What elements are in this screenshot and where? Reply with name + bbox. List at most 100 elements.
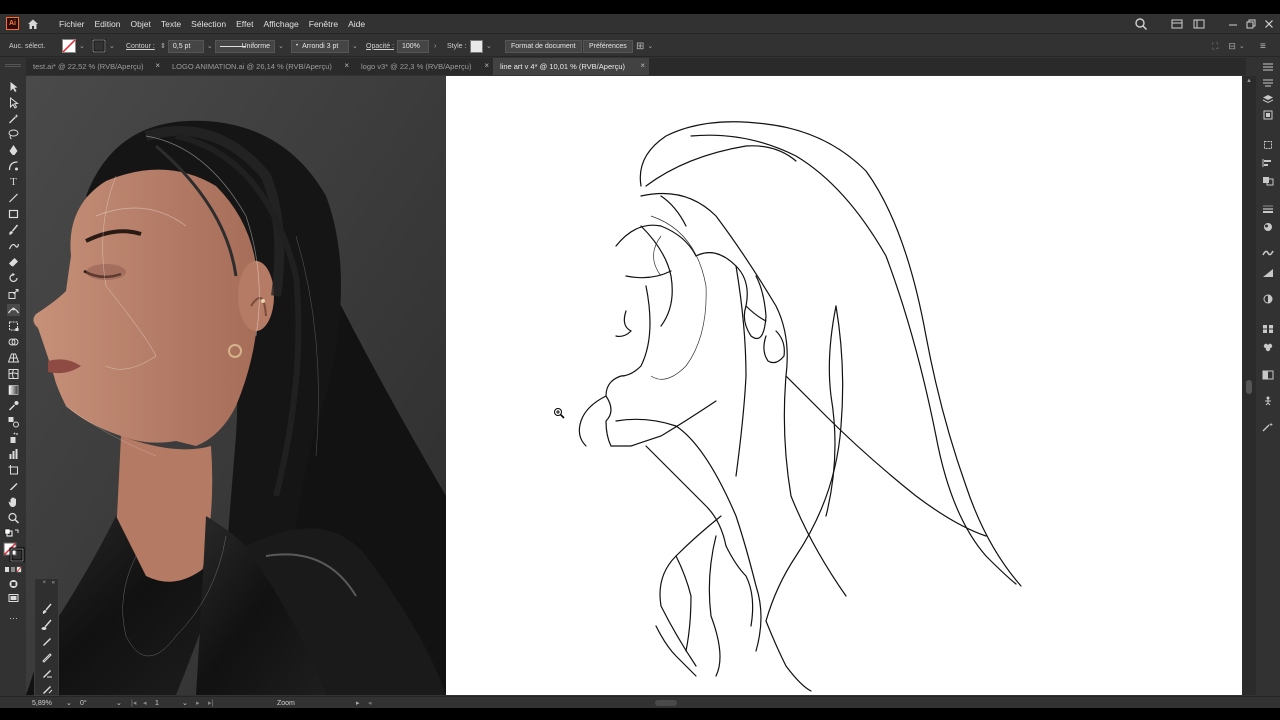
symbol-sprayer-tool-icon[interactable] xyxy=(7,432,20,444)
transparency-icon[interactable] xyxy=(1262,370,1274,380)
paintbrush-tool-icon[interactable] xyxy=(41,603,53,615)
curvature-tool-icon[interactable] xyxy=(7,160,20,172)
menu-aide[interactable]: Aide xyxy=(348,19,365,29)
home-icon[interactable] xyxy=(26,17,40,31)
paintbrush-tool-icon[interactable] xyxy=(7,224,20,236)
profile-select[interactable]: Uniforme xyxy=(215,39,275,53)
chevron-right-icon[interactable]: › xyxy=(434,43,436,50)
chevron-down-icon[interactable]: ⌄ xyxy=(207,42,213,50)
preferences-control[interactable]: Préférences xyxy=(583,35,633,57)
menu-fichier[interactable]: Fichier xyxy=(59,19,85,29)
width-tool-icon[interactable] xyxy=(7,304,20,316)
zoom-tool-icon[interactable] xyxy=(7,512,20,524)
selection-tool-icon[interactable] xyxy=(7,81,20,93)
magic-wand-panel-icon[interactable] xyxy=(1262,422,1274,432)
column-graph-tool-icon[interactable] xyxy=(7,448,20,460)
tab-test-ai[interactable]: test.ai* @ 22,52 % (RVB/Aperçu) × xyxy=(26,58,164,75)
eraser-tool-icon[interactable] xyxy=(7,256,20,268)
preferences-button[interactable]: Préférences xyxy=(583,39,633,53)
style-control[interactable]: ⌄ xyxy=(470,35,492,57)
close-icon[interactable]: × xyxy=(484,61,489,70)
flyout-collapse-icon[interactable]: « xyxy=(52,580,55,586)
opacity-label[interactable]: Opacité : xyxy=(366,35,394,57)
eyedropper-tool-icon[interactable] xyxy=(7,400,20,412)
line-art-drawing[interactable] xyxy=(446,76,1242,695)
shaper-tool-icon[interactable] xyxy=(7,240,20,252)
chevron-down-icon[interactable]: ⌄ xyxy=(1239,42,1245,50)
menu-selection[interactable]: Sélection xyxy=(191,19,226,29)
stroke-panel-icon[interactable] xyxy=(1262,204,1274,214)
workspace-icon[interactable] xyxy=(1170,17,1184,31)
asset-export-icon[interactable] xyxy=(1262,110,1274,120)
transform-icon[interactable]: ⛶ xyxy=(1212,41,1218,52)
scroll-up-icon[interactable]: ▲ xyxy=(1246,78,1252,84)
fill-none-swatch-icon[interactable] xyxy=(62,39,76,53)
chevron-down-icon[interactable]: ⌄ xyxy=(79,42,85,50)
scroll-thumb[interactable] xyxy=(1246,380,1252,394)
lasso-tool-icon[interactable] xyxy=(7,128,20,140)
stroke-weight-input[interactable]: 0,5 pt xyxy=(167,39,204,53)
transform-icon[interactable] xyxy=(1262,140,1274,150)
close-icon[interactable]: × xyxy=(640,61,645,70)
tab-line-art-v4[interactable]: line art v 4* @ 10,01 % (RVB/Aperçu) × xyxy=(493,58,649,75)
close-icon[interactable]: × xyxy=(344,61,349,70)
chevron-down-icon[interactable]: ⌄ xyxy=(647,42,653,50)
chevron-down-icon[interactable]: ⌄ xyxy=(352,42,358,50)
fill-stroke-swatches[interactable] xyxy=(3,542,25,562)
minimize-icon[interactable] xyxy=(1226,17,1240,31)
toolbar-grip[interactable] xyxy=(5,64,21,67)
mesh-tool-icon[interactable] xyxy=(7,368,20,380)
gradient-tool-icon[interactable] xyxy=(7,384,20,396)
color-mode-icons[interactable] xyxy=(4,564,22,576)
rotate-tool-icon[interactable] xyxy=(7,272,20,284)
pen-tool-icon[interactable] xyxy=(7,144,20,156)
transform-control[interactable]: ⛶ ⊟ ⌄ xyxy=(1212,35,1245,57)
hand-tool-icon[interactable] xyxy=(7,496,20,508)
swatches-icon[interactable] xyxy=(1262,324,1274,334)
stroke-swatch[interactable]: ⌄ xyxy=(92,35,115,57)
blend-tool-icon[interactable] xyxy=(7,416,20,428)
brushes-icon[interactable] xyxy=(1262,248,1274,258)
type-tool-icon[interactable]: T xyxy=(7,176,20,188)
direct-selection-tool-icon[interactable] xyxy=(7,97,20,109)
slice-tool-icon[interactable] xyxy=(7,480,20,492)
chevron-down-icon[interactable]: ⌄ xyxy=(486,42,492,50)
stroke-weight-control[interactable]: ⇕ 0,5 pt ⌄ xyxy=(160,35,213,57)
chevron-down-icon[interactable]: ⌄ xyxy=(278,42,284,50)
join-tool-icon[interactable] xyxy=(41,683,53,695)
smooth-tool-icon[interactable] xyxy=(41,651,53,663)
artboard-tool-icon[interactable] xyxy=(7,464,20,476)
free-transform-tool-icon[interactable] xyxy=(7,320,20,332)
arrange-documents-icon[interactable] xyxy=(1192,17,1206,31)
pathfinder-icon[interactable] xyxy=(1262,176,1274,186)
pencil-tool-icon[interactable] xyxy=(41,635,53,647)
rectangle-tool-icon[interactable] xyxy=(7,208,20,220)
align-icon[interactable]: ⊟ xyxy=(1228,41,1236,52)
color-guide-icon[interactable] xyxy=(1262,294,1274,304)
menu-objet[interactable]: Objet xyxy=(131,19,151,29)
brush-select[interactable]: • Arrondi 3 pt xyxy=(291,39,349,53)
path-eraser-tool-icon[interactable] xyxy=(41,667,53,679)
blob-brush-tool-icon[interactable] xyxy=(41,619,53,631)
tab-logo-animation[interactable]: LOGO ANIMATION.ai @ 26,14 % (RVB/Aperçu)… xyxy=(165,58,353,75)
close-icon[interactable]: × xyxy=(155,61,160,70)
chevron-down-icon[interactable]: ⌄ xyxy=(109,42,115,50)
style-swatch[interactable] xyxy=(470,39,483,53)
contour-label[interactable]: Contour : xyxy=(126,35,155,57)
opacity-input[interactable]: 100% xyxy=(397,39,429,53)
perspective-grid-tool-icon[interactable] xyxy=(7,352,20,364)
menu-affichage[interactable]: Affichage xyxy=(263,19,298,29)
opacity-control[interactable]: 100% › xyxy=(397,35,436,57)
scale-tool-icon[interactable] xyxy=(7,288,20,300)
panel-menu[interactable]: ≡ xyxy=(1260,35,1266,57)
layers-icon[interactable] xyxy=(1262,94,1274,104)
menu-edition[interactable]: Edition xyxy=(95,19,121,29)
profile-control[interactable]: Uniforme ⌄ xyxy=(215,35,284,57)
tab-logo-v3[interactable]: logo v3* @ 22,3 % (RVB/Aperçu) × xyxy=(354,58,493,75)
more-tools-icon[interactable]: ··· xyxy=(7,612,20,624)
menu-texte[interactable]: Texte xyxy=(161,19,181,29)
magic-wand-tool-icon[interactable] xyxy=(7,113,20,125)
horizontal-scroll-thumb[interactable] xyxy=(655,700,677,706)
menu-effet[interactable]: Effet xyxy=(236,19,253,29)
libraries-icon[interactable] xyxy=(1262,78,1274,88)
